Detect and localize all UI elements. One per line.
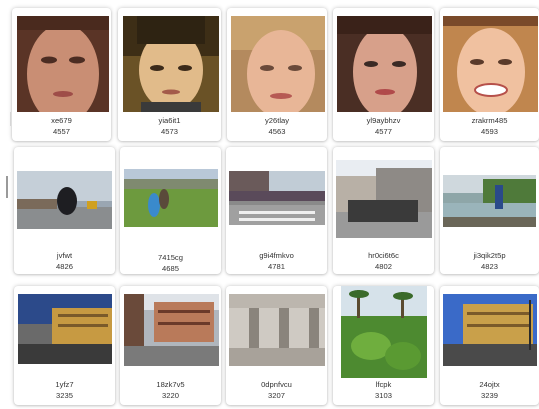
item-count: 4781 [268, 262, 285, 271]
item-name: 24ojtx [479, 380, 500, 389]
thumbnail-image [17, 171, 112, 229]
item-count: 3207 [268, 391, 285, 400]
thumbnail-image [231, 16, 325, 112]
gallery-card[interactable]: zrakrm485 4593 [440, 8, 539, 141]
item-count: 4563 [268, 127, 286, 136]
item-name: zrakrm485 [471, 116, 508, 125]
item-count: 3103 [375, 391, 392, 400]
item-name: lfcpk [375, 380, 392, 389]
gallery-card[interactable]: 1yfz7 3235 [14, 286, 115, 405]
item-name: ji3qik2t5p [473, 251, 506, 260]
thumbnail-image [341, 286, 427, 378]
item-count: 4685 [162, 264, 179, 273]
gallery-card[interactable]: yia6it1 4573 [118, 8, 221, 141]
gallery-card[interactable]: ji3qik2t5p 4823 [440, 147, 539, 274]
thumbnail-image [443, 175, 536, 227]
item-name: hr0ci6t6c [368, 251, 399, 260]
gallery-card[interactable]: 24ojtx 3239 [440, 286, 539, 405]
thumbnail-image [229, 294, 325, 366]
thumbnail-image [123, 16, 219, 112]
gallery-card[interactable]: lfcpk 3103 [333, 286, 434, 405]
item-name: 18zk7v5 [156, 380, 185, 389]
item-count: 4802 [375, 262, 392, 271]
thumbnail-image [229, 171, 325, 225]
gallery-card[interactable]: 18zk7v5 3220 [120, 286, 221, 405]
edge-divider [10, 112, 11, 126]
thumbnail-image [124, 169, 218, 227]
item-count: 4593 [481, 127, 498, 136]
item-count: 3220 [162, 391, 179, 400]
gallery-card[interactable]: yl9aybhzv 4577 [333, 8, 434, 141]
item-name: g9i4fmkvo [259, 251, 294, 260]
gallery-card[interactable]: 0dpnfvcu 3207 [226, 286, 327, 405]
gallery-card[interactable]: g9i4fmkvo 4781 [226, 147, 327, 274]
gallery-card[interactable]: jvfwt 4826 [14, 147, 115, 274]
item-count: 4573 [161, 127, 178, 136]
gallery-card[interactable]: hr0ci6t6c 4802 [333, 147, 434, 274]
gallery-card[interactable]: 7415cg 4685 [120, 147, 221, 274]
item-name: yia6it1 [158, 116, 181, 125]
item-name: y26tlay [264, 116, 290, 125]
item-name: yl9aybhzv [366, 116, 401, 125]
item-name: 0dpnfvcu [261, 380, 292, 389]
item-count: 4577 [375, 127, 392, 136]
thumbnail-image [443, 16, 538, 112]
item-name: xe679 [51, 116, 72, 125]
thumbnail-image [336, 160, 432, 238]
gallery-card[interactable]: xe679 4557 [12, 8, 111, 141]
item-name: 7415cg [158, 253, 183, 262]
image-gallery-grid: xe679 4557 yia6it1 4573 y26tlay 4563 yl9… [0, 0, 539, 409]
item-count: 4823 [481, 262, 498, 271]
item-count: 3239 [481, 391, 498, 400]
item-name: jvfwt [56, 251, 73, 260]
thumbnail-image [17, 16, 109, 112]
item-count: 4826 [56, 262, 73, 271]
item-count: 3235 [56, 391, 73, 400]
item-count: 4557 [53, 127, 70, 136]
thumbnail-image [18, 294, 112, 364]
gallery-card[interactable]: y26tlay 4563 [227, 8, 327, 141]
thumbnail-image [337, 16, 432, 112]
thumbnail-image [443, 294, 537, 366]
edge-divider [6, 176, 8, 198]
thumbnail-image [124, 294, 219, 366]
item-name: 1yfz7 [55, 380, 74, 389]
